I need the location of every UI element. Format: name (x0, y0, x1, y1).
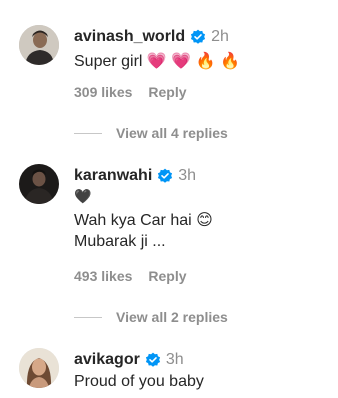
comment-meta: 309 likes Reply (74, 84, 187, 100)
username-row: avinash_world 2h (74, 28, 229, 46)
comment-time: 3h (178, 167, 197, 184)
comment-text-line-2: Wah kya Car hai 😊 (74, 212, 213, 229)
likes-count[interactable]: 493 likes (74, 268, 132, 284)
reply-button[interactable]: Reply (148, 268, 186, 284)
reply-button[interactable]: Reply (148, 84, 186, 100)
comment-meta: 493 likes Reply (74, 268, 187, 284)
avatar[interactable] (19, 164, 59, 204)
username-row: avikagor 3h (74, 351, 184, 369)
view-replies-button[interactable]: View all 2 replies (74, 309, 228, 325)
avatar[interactable] (19, 25, 59, 65)
verified-badge-icon (157, 168, 173, 184)
username[interactable]: avinash_world (74, 28, 185, 46)
verified-badge-icon (190, 29, 206, 45)
comment-text: Proud of you baby (74, 373, 204, 390)
username[interactable]: avikagor (74, 351, 140, 369)
comment-time: 2h (211, 28, 229, 45)
view-replies-label: View all 4 replies (116, 125, 228, 141)
username-row: karanwahi 3h (74, 167, 196, 185)
divider-line (74, 132, 102, 134)
avatar[interactable] (19, 348, 59, 388)
view-replies-button[interactable]: View all 4 replies (74, 125, 228, 141)
divider-line (74, 316, 102, 318)
username[interactable]: karanwahi (74, 167, 152, 185)
comment-text-line-1: 🖤 (74, 188, 92, 204)
verified-badge-icon (145, 352, 161, 368)
view-replies-label: View all 2 replies (116, 309, 228, 325)
comment-time: 3h (165, 351, 184, 368)
comment-text: Super girl 💗 💗 🔥 🔥 (74, 53, 240, 70)
likes-count[interactable]: 309 likes (74, 84, 132, 100)
comment-text-line-3: Mubarak ji ... (74, 233, 166, 250)
